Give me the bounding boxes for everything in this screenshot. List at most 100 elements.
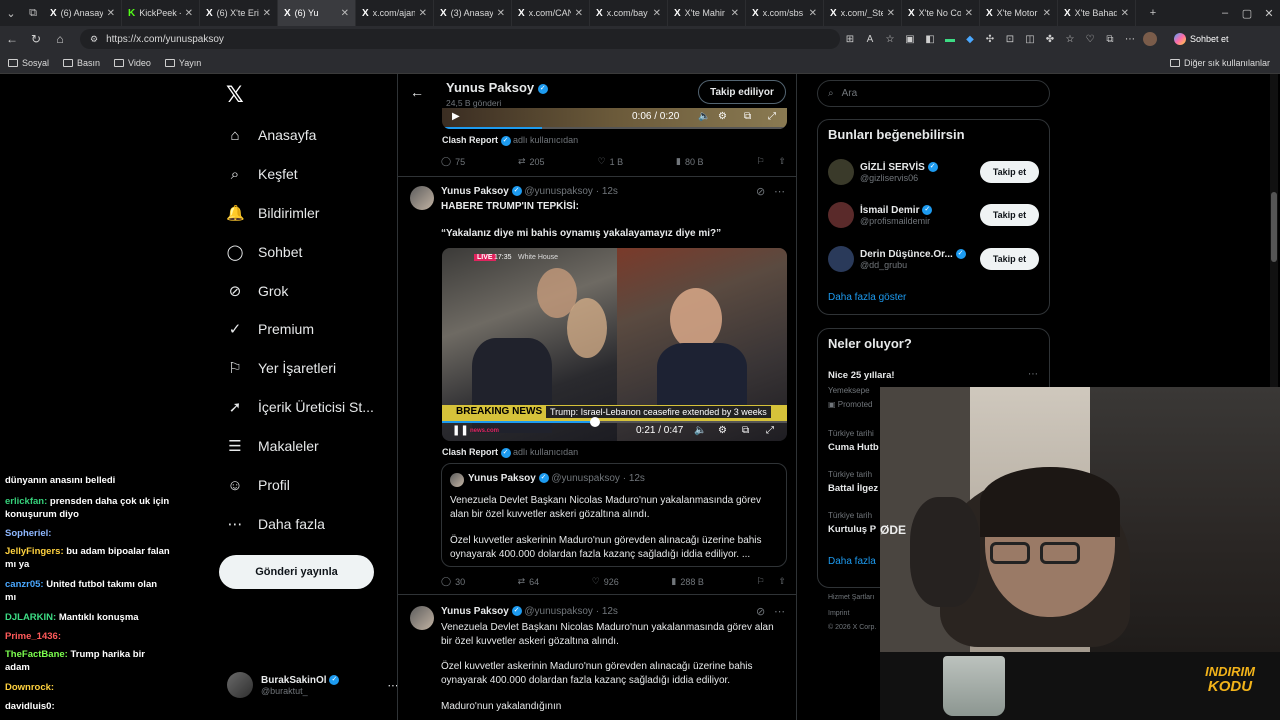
sidebar-item-user[interactable]: ☺ Profil [226, 473, 290, 497]
favorites-icon[interactable]: ☆ [1060, 26, 1080, 52]
close-window-button[interactable]: ✕ [1258, 0, 1280, 26]
bookmark-icon[interactable]: ⚐ [756, 576, 764, 587]
bookmark-icon[interactable]: ⚐ [756, 156, 764, 167]
tab-close-icon[interactable]: ✕ [185, 8, 193, 19]
tab-close-icon[interactable]: ✕ [965, 8, 973, 19]
sidebar-item-more[interactable]: ⋯ Daha fazla [226, 512, 325, 536]
browser-tab[interactable]: X X'te Mahir ✕ [668, 0, 746, 26]
chat-username[interactable]: erlickfan: [5, 496, 47, 507]
split-screen-icon[interactable]: ◫ [1020, 26, 1040, 52]
account-switcher[interactable]: BurakSakinOl ✓ @buraktut_ ⋯ [227, 672, 398, 698]
like-button[interactable]: ♡ 1 B [597, 156, 623, 167]
fullscreen-icon[interactable]: ⤢ [766, 425, 774, 436]
tab-close-icon[interactable]: ✕ [1043, 8, 1051, 19]
volume-icon[interactable]: 🔈 [698, 111, 710, 122]
volume-icon[interactable]: 🔈 [694, 425, 706, 436]
performance-icon[interactable]: ♡ [1080, 26, 1100, 52]
avatar[interactable] [410, 186, 434, 210]
quoted-tweet[interactable]: Yunus Paksoy ✓ @yunuspaksoy · 12s Venezu… [441, 463, 787, 567]
chat-username[interactable]: JellyFingers: [5, 546, 64, 557]
repost-button[interactable]: ⇄ 205 [518, 156, 545, 167]
browser-tab[interactable]: X (6) X'te Eri ✕ [200, 0, 278, 26]
sidebar-item-search[interactable]: ⌕ Keşfet [226, 162, 298, 186]
play-icon[interactable]: ▶ [452, 111, 460, 122]
tab-menu-icon[interactable]: ⌄ [0, 0, 22, 26]
browser-tab[interactable]: X (6) Yu ✕ [278, 0, 356, 26]
address-bar[interactable]: ⚙ https://x.com/yunuspaksoy [80, 29, 840, 49]
follow-button[interactable]: Takip et [980, 248, 1039, 270]
chat-username[interactable]: TheFactBane: [5, 649, 68, 660]
show-more-link[interactable]: Daha fazla göster [828, 292, 906, 303]
extension-icon[interactable]: ▣ [900, 26, 920, 52]
tab-close-icon[interactable]: ✕ [575, 8, 583, 19]
home-button[interactable]: ⌂ [48, 26, 72, 52]
browser-tab[interactable]: Xx.com/_Ste ✕ [824, 0, 902, 26]
tweet-handle[interactable]: @yunuspaksoy [524, 186, 593, 197]
maximize-button[interactable]: ▢ [1236, 0, 1258, 26]
footer-link[interactable]: Imprint [828, 610, 849, 617]
sidebar-item-chat[interactable]: ◯ Sohbet [226, 240, 303, 264]
share-icon[interactable]: ⇧ [778, 156, 786, 167]
workspaces-icon[interactable]: ⧉ [22, 0, 44, 26]
scrollbar-thumb[interactable] [1271, 192, 1277, 262]
suggestion-item[interactable]: GİZLİ SERVİS ✓ @gizliservis06 [828, 159, 938, 185]
extension-icon[interactable]: ▬ [940, 26, 960, 52]
trend-title[interactable]: Cuma Hutb [828, 442, 879, 453]
sidebar-item-article[interactable]: ☰ Makaleler [226, 434, 318, 458]
tweet-video-player[interactable]: LIVE 17:35 White House BREAKING NEWS Tru… [442, 248, 787, 441]
bookmark-folder-sosyal[interactable]: Sosyal [8, 58, 49, 68]
video-source[interactable]: Clash Report [442, 447, 498, 457]
browser-tab[interactable]: K KickPeek - ✕ [122, 0, 200, 26]
extension-icon[interactable]: ✣ [980, 26, 1000, 52]
chat-username[interactable]: davidluis0: [5, 701, 55, 712]
tweet-more-icon[interactable]: ⋯ [774, 605, 785, 618]
grok-icon[interactable]: ⊘ [756, 605, 765, 618]
reply-button[interactable]: ◯ 30 [441, 576, 465, 587]
footer-link[interactable]: Hizmet Şartları [828, 594, 874, 601]
copilot-chat-button[interactable]: Sohbet et [1166, 29, 1237, 49]
tweet-handle[interactable]: @yunuspaksoy [524, 606, 593, 617]
following-button[interactable]: Takip ediliyor [698, 80, 786, 104]
settings-icon[interactable]: ⚙ [718, 425, 727, 436]
back-arrow-icon[interactable]: ← [410, 84, 424, 100]
popout-icon[interactable]: ⧉ [742, 425, 749, 436]
tab-close-icon[interactable]: ✕ [107, 8, 115, 19]
chat-username[interactable]: DJLARKIN: [5, 612, 56, 623]
share-icon[interactable]: ⇧ [778, 576, 786, 587]
follow-button[interactable]: Takip et [980, 204, 1039, 226]
suggestion-item[interactable]: Derin Düşünce.Or... ✓ @dd_grubu [828, 246, 966, 272]
pause-icon[interactable]: ❚❚ [452, 425, 469, 436]
browser-tab[interactable]: X X'te No Co ✕ [902, 0, 980, 26]
tweet-more-icon[interactable]: ⋯ [774, 185, 785, 198]
popout-icon[interactable]: ⧉ [744, 111, 751, 122]
tab-close-icon[interactable]: ✕ [653, 8, 661, 19]
back-button[interactable]: ← [0, 26, 24, 52]
browser-tab[interactable]: Xx.com/ajan ✕ [356, 0, 434, 26]
bookmark-folder-yayin[interactable]: Yayın [164, 58, 201, 68]
profile-avatar[interactable] [1140, 26, 1160, 52]
site-info-icon[interactable]: ⚙ [90, 34, 98, 45]
tab-close-icon[interactable]: ✕ [1121, 8, 1129, 19]
read-aloud-icon[interactable]: A [860, 26, 880, 52]
views-button[interactable]: ▮ 80 B [676, 156, 703, 167]
tab-close-icon[interactable]: ✕ [887, 8, 895, 19]
browser-tab[interactable]: Xx.com/bay ✕ [590, 0, 668, 26]
browser-tab[interactable]: Xx.com/CAN ✕ [512, 0, 590, 26]
suggestion-item[interactable]: İsmail Demir ✓ @profismaildemir [828, 202, 933, 228]
refresh-button[interactable]: ↻ [24, 26, 48, 52]
views-button[interactable]: ▮ 288 B [671, 576, 703, 587]
chat-username[interactable]: canzr05: [5, 579, 44, 590]
bookmark-folder-video[interactable]: Video [114, 58, 151, 68]
trend-title[interactable]: Battal İlgez [828, 483, 878, 494]
sidebar-item-home[interactable]: ⌂ Anasayfa [226, 123, 316, 147]
tab-close-icon[interactable]: ✕ [731, 8, 739, 19]
search-input[interactable]: ⌕ Ara [817, 80, 1050, 107]
top-video-player[interactable]: ▶ 0:06 / 0:20 🔈 ⚙ ⧉ ⤢ [442, 108, 787, 129]
chat-username[interactable]: Sopheriel: [5, 528, 51, 539]
browser-tab[interactable]: X X'te Bahad ✕ [1058, 0, 1136, 26]
chat-username[interactable]: Prime_1436: [5, 631, 61, 642]
collections-icon[interactable]: ⧉ [1100, 26, 1120, 52]
post-button[interactable]: Gönderi yayınla [219, 555, 374, 589]
avatar[interactable] [410, 606, 434, 630]
favorite-star-icon[interactable]: ☆ [880, 26, 900, 52]
